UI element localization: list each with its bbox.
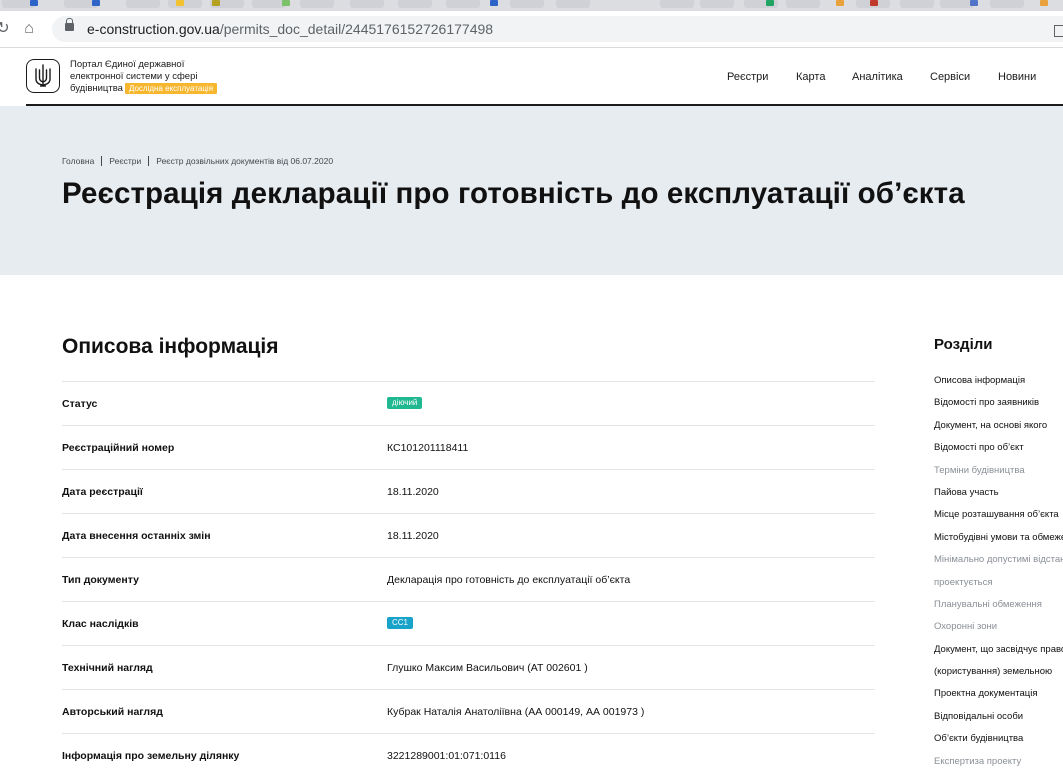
- url-text: e-construction.gov.ua/permits_doc_detail…: [87, 21, 494, 37]
- row-label: Технічний нагляд: [62, 662, 153, 674]
- nav-services[interactable]: Сервіси: [930, 70, 970, 84]
- trident-logo-icon[interactable]: [26, 59, 60, 93]
- extension-icon[interactable]: [1054, 25, 1063, 37]
- table-row: Тип документу Декларація про готовність …: [62, 557, 875, 601]
- sidebar-item[interactable]: Терміни будівництва: [934, 463, 1063, 478]
- sections-title: Розділи: [934, 336, 993, 353]
- page-title: Реєстрація декларації про готовність до …: [62, 177, 965, 210]
- row-value: 18.11.2020: [387, 486, 439, 498]
- breadcrumb-current[interactable]: Реєстр дозвільних документів від 06.07.2…: [156, 156, 333, 166]
- reload-icon[interactable]: ↻: [0, 20, 12, 38]
- sidebar-item[interactable]: Планувальні обмеження: [934, 597, 1063, 612]
- sidebar-item[interactable]: Відповідальні особи: [934, 709, 1063, 724]
- row-value: Глушко Максим Васильович (АТ 002601 ): [387, 662, 588, 674]
- nav-analytics[interactable]: Аналітика: [852, 70, 903, 84]
- table-row: Авторський нагляд Кубрак Наталія Анатолі…: [62, 689, 875, 733]
- home-icon[interactable]: ⌂: [20, 20, 38, 38]
- sidebar-item[interactable]: Експертиза проекту: [934, 754, 1063, 769]
- sidebar-item[interactable]: Пайова участь: [934, 485, 1063, 500]
- table-row: Статус діючий: [62, 381, 875, 425]
- site-header: Портал Єдиної державної електронної сист…: [0, 48, 1063, 106]
- sidebar-item[interactable]: Документ, що засвідчує право: [934, 642, 1063, 657]
- table-row: Технічний нагляд Глушко Максим Васильови…: [62, 645, 875, 689]
- trial-badge: Дослідна експлуатація: [124, 83, 218, 94]
- sidebar-item[interactable]: Відомості про об’єкт: [934, 440, 1063, 455]
- sidebar-item[interactable]: Об’єкти будівництва: [934, 731, 1063, 746]
- table-row: Дата реєстрації 18.11.2020: [62, 469, 875, 513]
- lock-icon: [65, 18, 74, 31]
- page-banner: Головна Реєстри Реєстр дозвільних документ…: [0, 106, 1063, 275]
- sidebar-item[interactable]: Охоронні зони: [934, 619, 1063, 634]
- sidebar-item[interactable]: Місце розташування об’єкта: [934, 507, 1063, 522]
- breadcrumb-home[interactable]: Головна: [62, 156, 94, 166]
- browser-address-bar: ↻ ⌂ e-construction.gov.ua/permits_doc_de…: [0, 11, 1063, 48]
- row-value: 18.11.2020: [387, 530, 439, 542]
- sidebar-item[interactable]: (користування) земельною: [934, 664, 1063, 679]
- sidebar-item[interactable]: Містобудівні умови та обмеження: [934, 530, 1063, 545]
- row-label: Статус: [62, 398, 98, 410]
- sidebar-item[interactable]: Відомості про заявників: [934, 395, 1063, 410]
- table-row: Реєстраційний номер КС101201118411: [62, 425, 875, 469]
- row-label: Клас наслідків: [62, 618, 139, 630]
- section-title: Описова інформація: [62, 335, 279, 358]
- row-label: Авторський нагляд: [62, 706, 163, 718]
- status-badge: діючий: [387, 397, 423, 409]
- nav-map[interactable]: Карта: [796, 70, 825, 84]
- row-value: Кубрак Наталія Анатоліївна (АА 000149, А…: [387, 706, 645, 718]
- nav-registries[interactable]: Реєстри: [727, 70, 768, 84]
- breadcrumb: Головна Реєстри Реєстр дозвільних документ…: [62, 156, 333, 167]
- row-label: Дата реєстрації: [62, 486, 143, 498]
- portal-name[interactable]: Портал Єдиної державної електронної сист…: [70, 59, 270, 95]
- class-badge: СС1: [387, 617, 414, 629]
- browser-tab-strip: [0, 0, 1063, 11]
- sidebar-item[interactable]: проектується: [934, 575, 1063, 590]
- nav-news[interactable]: Новини: [998, 70, 1036, 84]
- row-label: Дата внесення останніх змін: [62, 530, 211, 542]
- table-row: Інформація про земельну ділянку 32212890…: [62, 733, 875, 777]
- sections-list: Описова інформація Відомості про заявникі…: [934, 373, 1063, 776]
- row-value: Декларація про готовність до експлуатаці…: [387, 574, 631, 586]
- sidebar-item[interactable]: Описова інформація: [934, 373, 1063, 388]
- url-field[interactable]: e-construction.gov.ua/permits_doc_detail…: [52, 16, 1063, 42]
- sidebar-item[interactable]: Мінімально допустимі відстані: [934, 552, 1063, 567]
- table-row: Дата внесення останніх змін 18.11.2020: [62, 513, 875, 557]
- sidebar-item[interactable]: Проектна документація: [934, 686, 1063, 701]
- info-table: Статус діючий Реєстраційний номер КС1012…: [62, 381, 875, 777]
- table-row: Клас наслідків СС1: [62, 601, 875, 645]
- row-label: Реєстраційний номер: [62, 442, 175, 454]
- breadcrumb-registries[interactable]: Реєстри: [109, 156, 141, 166]
- row-value: КС101201118411: [387, 442, 469, 454]
- row-label: Тип документу: [62, 574, 139, 586]
- sidebar-item[interactable]: Документ, на основі якого: [934, 418, 1063, 433]
